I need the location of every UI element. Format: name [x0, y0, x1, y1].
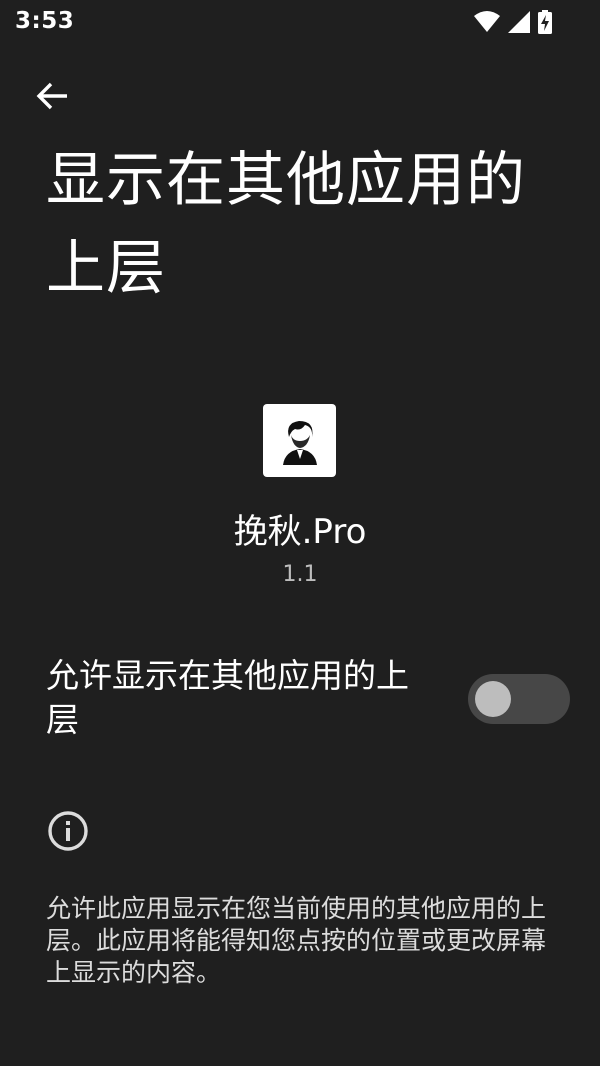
app-name: 挽秋.Pro — [233, 512, 367, 552]
app-info-screen: 3:53 显示在其他应用的上层 挽秋.Pro 1.1 允许显示在其他应用的上层 … — [0, 0, 600, 1066]
allow-overlay-row[interactable]: 允许显示在其他应用的上层 — [0, 650, 600, 756]
wifi-icon — [474, 11, 500, 33]
cell-signal-icon — [508, 11, 530, 33]
allow-overlay-label: 允许显示在其他应用的上层 — [46, 656, 409, 739]
back-button[interactable] — [28, 74, 76, 122]
app-version: 1.1 — [282, 562, 318, 587]
status-time: 3:53 — [15, 8, 75, 34]
permission-description: 允许此应用显示在您当前使用的其他应用的上层。此应用将能得知您点按的位置或更改屏幕… — [46, 894, 547, 987]
page-title: 显示在其他应用的上层 — [46, 145, 527, 302]
battery-charging-icon — [538, 10, 552, 34]
app-icon — [263, 404, 336, 477]
app-avatar-illustration — [282, 420, 317, 465]
switch-thumb — [475, 681, 511, 717]
allow-overlay-switch[interactable] — [468, 674, 570, 724]
info-icon — [47, 810, 89, 852]
status-icons — [474, 8, 552, 36]
arrow-back-icon — [35, 81, 69, 115]
status-bar: 3:53 — [0, 0, 600, 48]
